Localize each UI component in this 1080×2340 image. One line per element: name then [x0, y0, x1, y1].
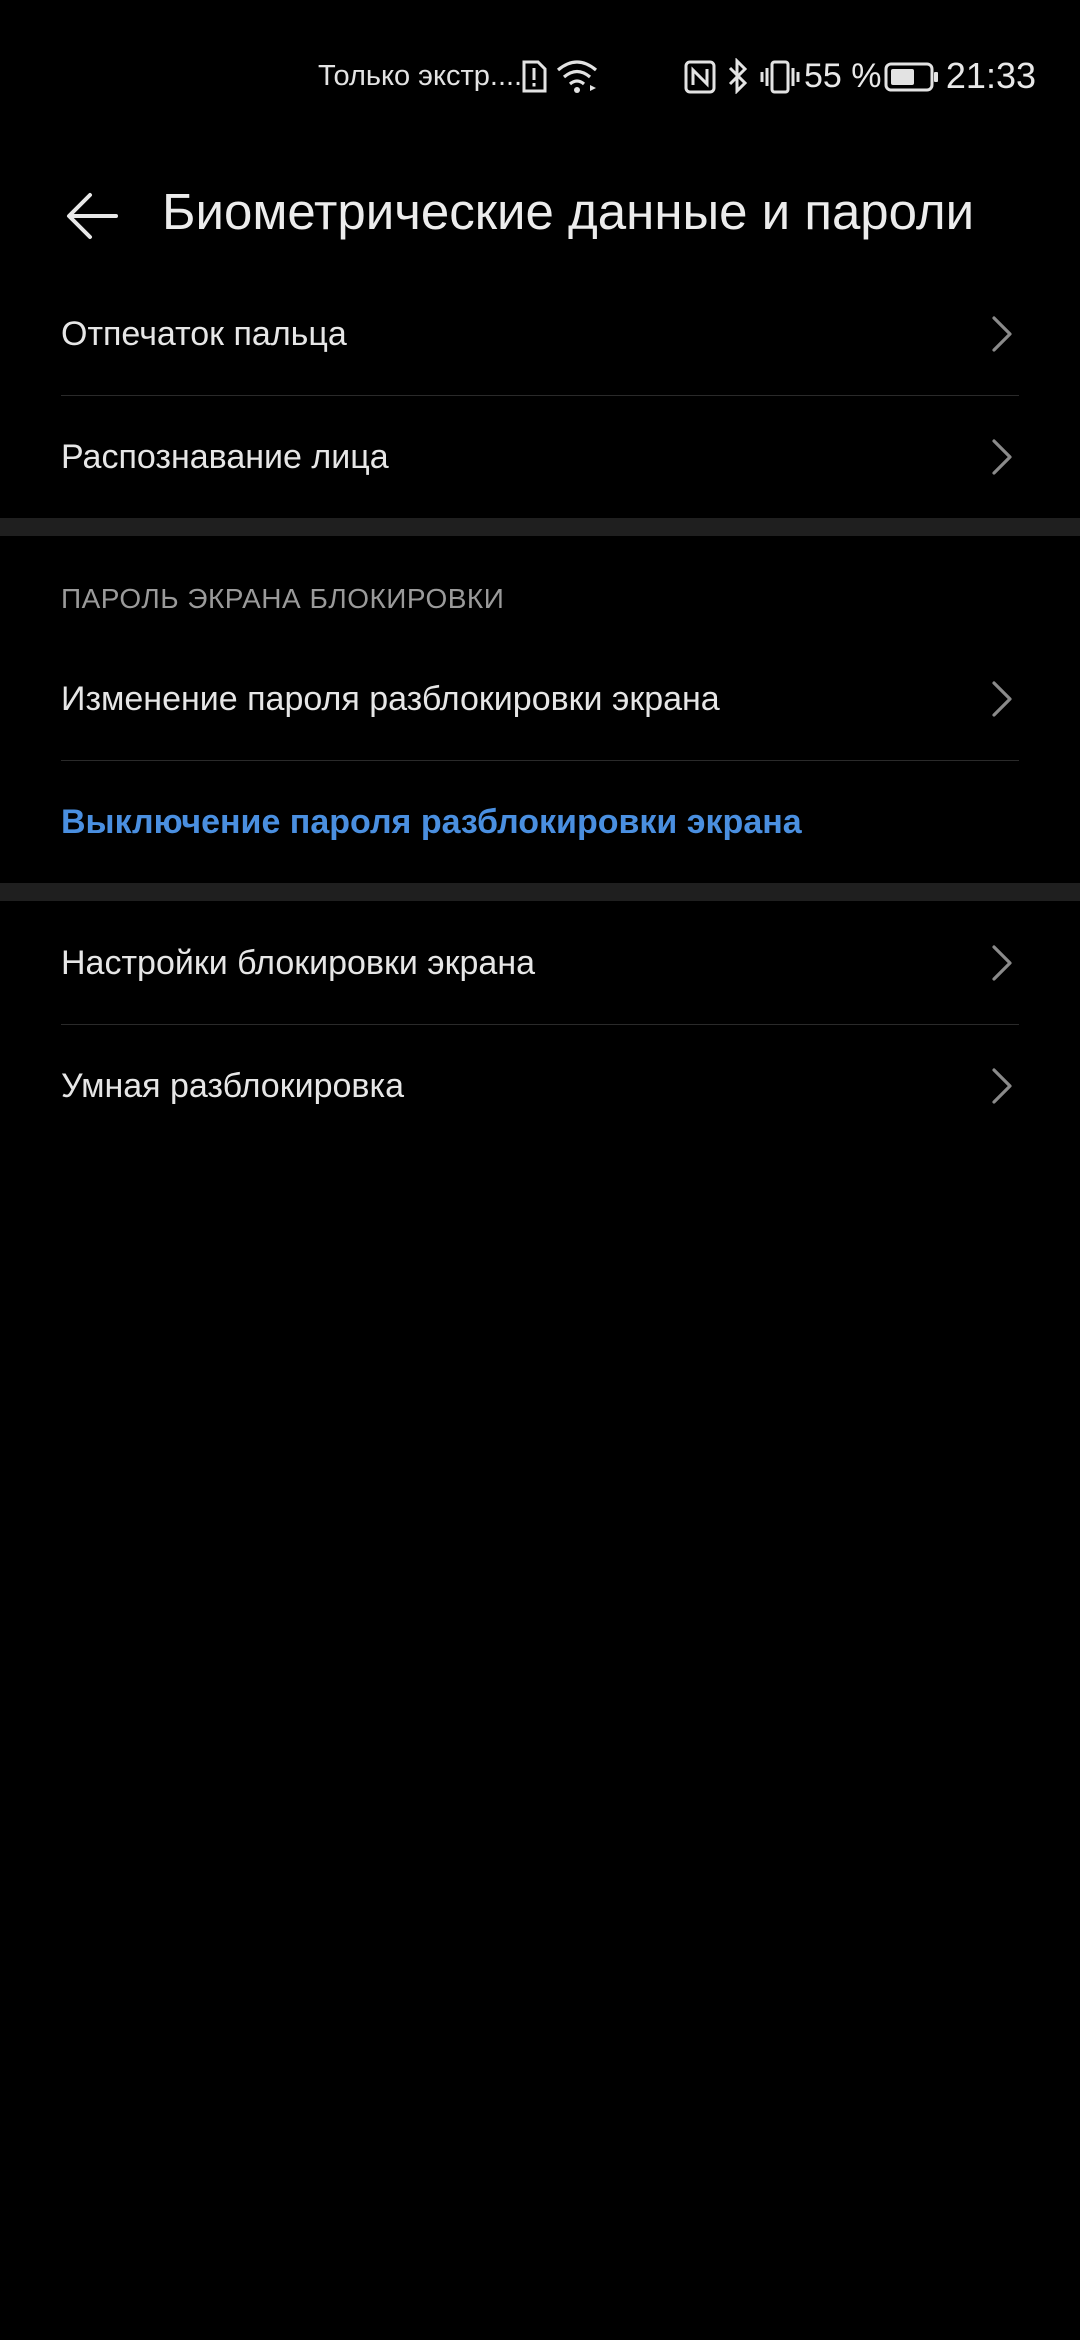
lock-screen-settings-label: Настройки блокировки экрана	[61, 943, 536, 982]
smart-unlock-item[interactable]: Умная разблокировка	[61, 1025, 1019, 1147]
app-bar: Биометрические данные и пароли	[0, 160, 1080, 280]
lock-settings-section: Настройки блокировки экрана Умная разбло…	[0, 902, 1080, 1147]
page-title: Биометрические данные и пароли	[162, 183, 975, 240]
lock-screen-settings-item[interactable]: Настройки блокировки экрана	[61, 902, 1019, 1025]
arrow-left-icon	[67, 193, 118, 239]
disable-password-item[interactable]: Выключение пароля разблокировки экрана	[61, 761, 1019, 883]
face-recognition-label: Распознавание лица	[61, 437, 389, 476]
fingerprint-label: Отпечаток пальца	[61, 314, 347, 353]
chevron-right-icon	[992, 316, 1012, 352]
chevron-right-icon	[992, 681, 1012, 717]
chevron-right-icon	[992, 439, 1012, 475]
battery-percent: 55 %	[804, 57, 882, 95]
battery-icon	[884, 62, 938, 92]
section-divider	[0, 518, 1080, 536]
face-recognition-item[interactable]: Распознавание лица	[61, 396, 1019, 518]
nfc-icon	[684, 60, 716, 94]
biometrics-section: Отпечаток пальца Распознавание лица	[0, 273, 1080, 518]
back-button[interactable]	[50, 174, 134, 258]
status-bar: Только экстр.... 55 % 21:33	[0, 0, 1080, 160]
change-password-label: Изменение пароля разблокировки экрана	[61, 679, 720, 718]
bluetooth-icon	[728, 58, 748, 94]
section-divider	[0, 883, 1080, 901]
wifi-icon	[556, 60, 598, 93]
lock-password-section: Изменение пароля разблокировки экрана Вы…	[0, 638, 1080, 883]
smart-unlock-label: Умная разблокировка	[61, 1066, 404, 1105]
section-title-lock-password: ПАРОЛЬ ЭКРАНА БЛОКИРОВКИ	[61, 583, 505, 614]
chevron-right-icon	[992, 1068, 1012, 1104]
vibrate-icon	[760, 60, 800, 94]
change-password-item[interactable]: Изменение пароля разблокировки экрана	[61, 638, 1019, 761]
disable-password-label: Выключение пароля разблокировки экрана	[61, 802, 802, 841]
sim-alert-icon	[522, 60, 547, 93]
fingerprint-item[interactable]: Отпечаток пальца	[61, 273, 1019, 396]
chevron-right-icon	[992, 945, 1012, 981]
carrier-label: Только экстр....	[318, 60, 523, 92]
clock: 21:33	[945, 55, 1036, 96]
